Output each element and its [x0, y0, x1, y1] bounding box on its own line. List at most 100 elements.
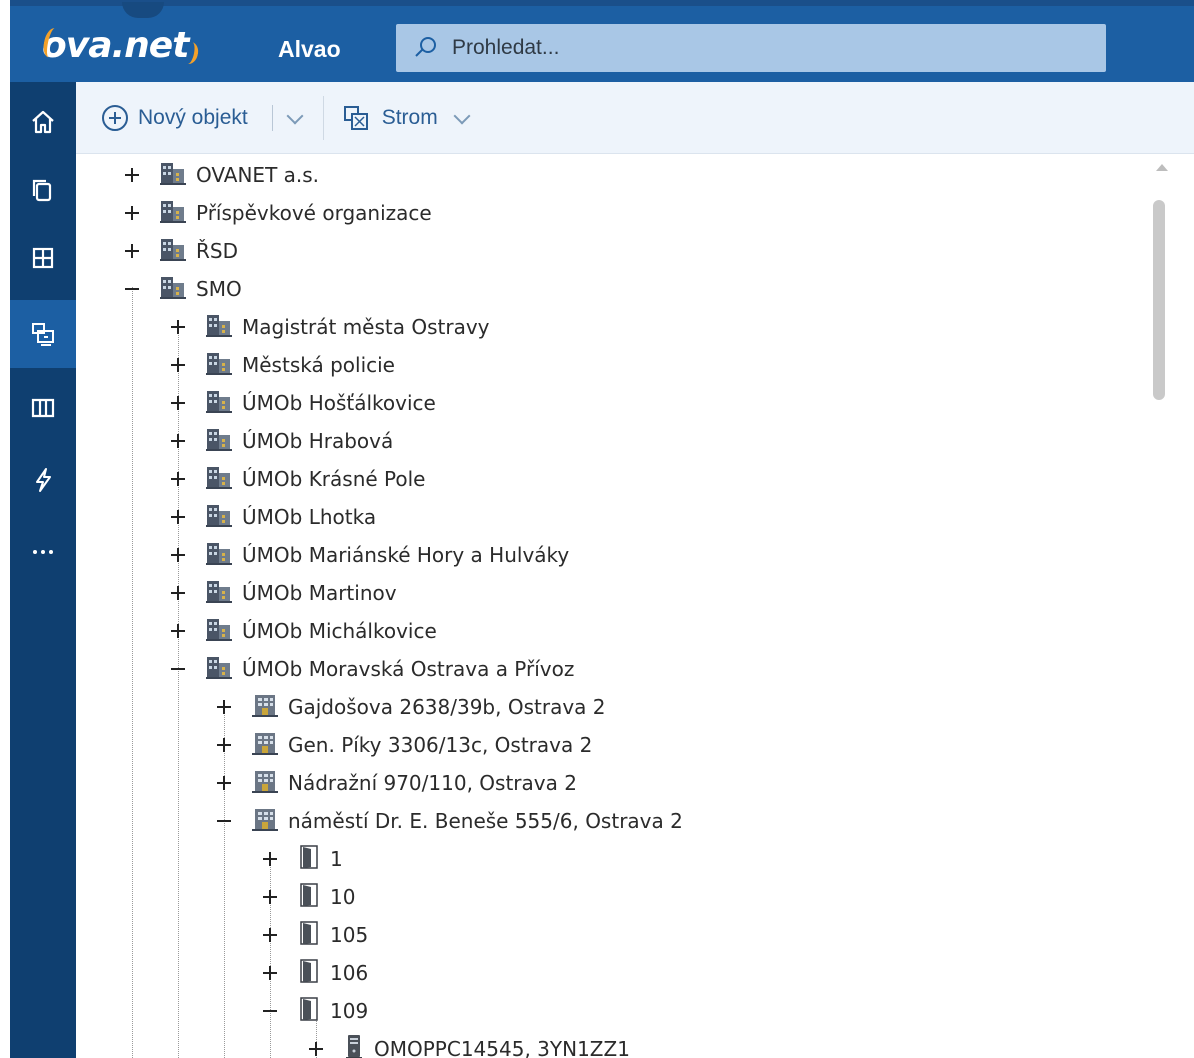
expand-toggle[interactable]: [122, 203, 142, 223]
expand-toggle[interactable]: [168, 393, 188, 413]
tree-row-label: ÚMOb Hrabová: [242, 429, 394, 453]
tree-row[interactable]: Příspěvkové organizace: [122, 195, 432, 231]
collapse-toggle[interactable]: [122, 279, 142, 299]
expand-toggle[interactable]: [122, 165, 142, 185]
tree-row-label: náměstí Dr. E. Beneše 555/6, Ostrava 2: [288, 809, 683, 833]
rail-flash[interactable]: [10, 446, 76, 514]
tree-row[interactable]: OVANET a.s.: [122, 157, 319, 193]
rail-home[interactable]: [10, 88, 76, 156]
collapse-toggle[interactable]: [168, 659, 188, 679]
search-input[interactable]: [452, 36, 1052, 60]
expand-toggle[interactable]: [168, 507, 188, 527]
tree-row[interactable]: Městská policie: [168, 347, 395, 383]
tree-row[interactable]: Magistrát města Ostravy: [168, 309, 490, 345]
tree-view-icon: [343, 105, 368, 130]
tree-row-label: SMO: [196, 277, 242, 301]
expand-toggle[interactable]: [260, 925, 280, 945]
chevron-down-icon: [285, 108, 305, 128]
tree-row[interactable]: 106: [260, 955, 368, 991]
new-object-label: Nový objekt: [138, 105, 248, 129]
tree-row-label: ÚMOb Hošťálkovice: [242, 391, 436, 415]
expand-toggle[interactable]: [260, 963, 280, 983]
expand-toggle[interactable]: [122, 241, 142, 261]
ovanet-logo[interactable]: ova.net: [41, 22, 201, 68]
expand-toggle[interactable]: [260, 849, 280, 869]
tree-row[interactable]: 105: [260, 917, 368, 953]
tree-row-label: ÚMOb Krásné Pole: [242, 467, 426, 491]
rail-book[interactable]: [10, 374, 76, 442]
building-icon: [206, 541, 232, 570]
rail-grid[interactable]: [10, 224, 76, 292]
expand-toggle[interactable]: [168, 583, 188, 603]
scrollbar-thumb[interactable]: [1153, 200, 1165, 400]
tree-row-label: ÚMOb Moravská Ostrava a Přívoz: [242, 657, 575, 681]
tree-row[interactable]: ÚMOb Krásné Pole: [168, 461, 426, 497]
copy-icon: [32, 179, 52, 202]
expand-toggle[interactable]: [260, 887, 280, 907]
toolbar: Nový objekt Strom: [76, 82, 1194, 154]
expand-toggle[interactable]: [214, 735, 234, 755]
tree-row[interactable]: ÚMOb Martinov: [168, 575, 397, 611]
top-bar: ova.net Alvao: [10, 0, 1194, 82]
expand-toggle[interactable]: [168, 545, 188, 565]
tree-row[interactable]: 10: [260, 879, 355, 915]
room-icon: [298, 882, 320, 913]
tree-row[interactable]: ÚMOb Moravská Ostrava a Přívoz: [168, 651, 574, 687]
tree-row-label: 10: [330, 885, 356, 909]
new-object-dropdown[interactable]: [285, 98, 305, 138]
tree-row[interactable]: ÚMOb Hrabová: [168, 423, 393, 459]
room-icon: [298, 996, 320, 1027]
left-rail: [10, 82, 76, 1058]
view-label: Strom: [381, 105, 438, 129]
tree-row[interactable]: ŘSD: [122, 233, 238, 269]
building-icon: [206, 351, 232, 380]
tree-row[interactable]: 109: [260, 993, 368, 1029]
tree-row[interactable]: náměstí Dr. E. Beneše 555/6, Ostrava 2: [214, 803, 683, 839]
tree-row[interactable]: 1: [260, 841, 343, 877]
tree-row-label: ÚMOb Lhotka: [242, 505, 377, 529]
chevron-down-icon: [452, 108, 472, 128]
tree-row[interactable]: Gen. Píky 3306/13c, Ostrava 2: [214, 727, 592, 763]
expand-toggle[interactable]: [306, 1039, 326, 1058]
expand-toggle[interactable]: [214, 773, 234, 793]
app-name[interactable]: Alvao: [278, 36, 341, 63]
logo-tail: [180, 40, 201, 66]
expand-toggle[interactable]: [168, 431, 188, 451]
tree-row[interactable]: Nádražní 970/110, Ostrava 2: [214, 765, 577, 801]
collapse-toggle[interactable]: [214, 811, 234, 831]
search-box[interactable]: [396, 24, 1106, 72]
expand-toggle[interactable]: [168, 355, 188, 375]
tree-row[interactable]: Gajdošova 2638/39b, Ostrava 2: [214, 689, 606, 725]
grid-icon: [32, 247, 54, 269]
tree-row-label: Nádražní 970/110, Ostrava 2: [288, 771, 577, 795]
view-tree-button[interactable]: Strom: [342, 98, 472, 138]
scroll-up-arrow[interactable]: [1156, 164, 1168, 171]
tree-row[interactable]: SMO: [122, 271, 242, 307]
collapse-toggle[interactable]: [260, 1001, 280, 1021]
room-icon: [298, 958, 320, 989]
tree-row-label: 1: [330, 847, 343, 871]
tree-row[interactable]: ÚMOb Lhotka: [168, 499, 376, 535]
building-icon: [206, 655, 232, 684]
tree-row[interactable]: ÚMOb Michálkovice: [168, 613, 437, 649]
building-icon: [160, 199, 186, 228]
rail-copy[interactable]: [10, 156, 76, 224]
rail-more[interactable]: [10, 518, 76, 586]
app-window: ova.net Alvao Prohledat... Nový objekt S…: [10, 0, 1194, 1058]
new-object-button[interactable]: Nový objekt: [102, 98, 248, 138]
rail-assets[interactable]: [10, 300, 76, 368]
expand-toggle[interactable]: [168, 621, 188, 641]
tree-row[interactable]: OMOPPC14545, 3YN1ZZ1: [306, 1031, 630, 1058]
tree-row-label: ÚMOb Martinov: [242, 581, 397, 605]
tree-row-label: 105: [330, 923, 369, 947]
search-icon: [412, 35, 438, 61]
building-icon: [206, 313, 232, 342]
tree-row-label: ÚMOb Mariánské Hory a Hulváky: [242, 543, 570, 567]
expand-toggle[interactable]: [214, 697, 234, 717]
address-icon: [252, 769, 278, 798]
tree-row[interactable]: ÚMOb Mariánské Hory a Hulváky: [168, 537, 569, 573]
assets-icon: [32, 323, 54, 346]
expand-toggle[interactable]: [168, 469, 188, 489]
tree-row[interactable]: ÚMOb Hošťálkovice: [168, 385, 436, 421]
expand-toggle[interactable]: [168, 317, 188, 337]
